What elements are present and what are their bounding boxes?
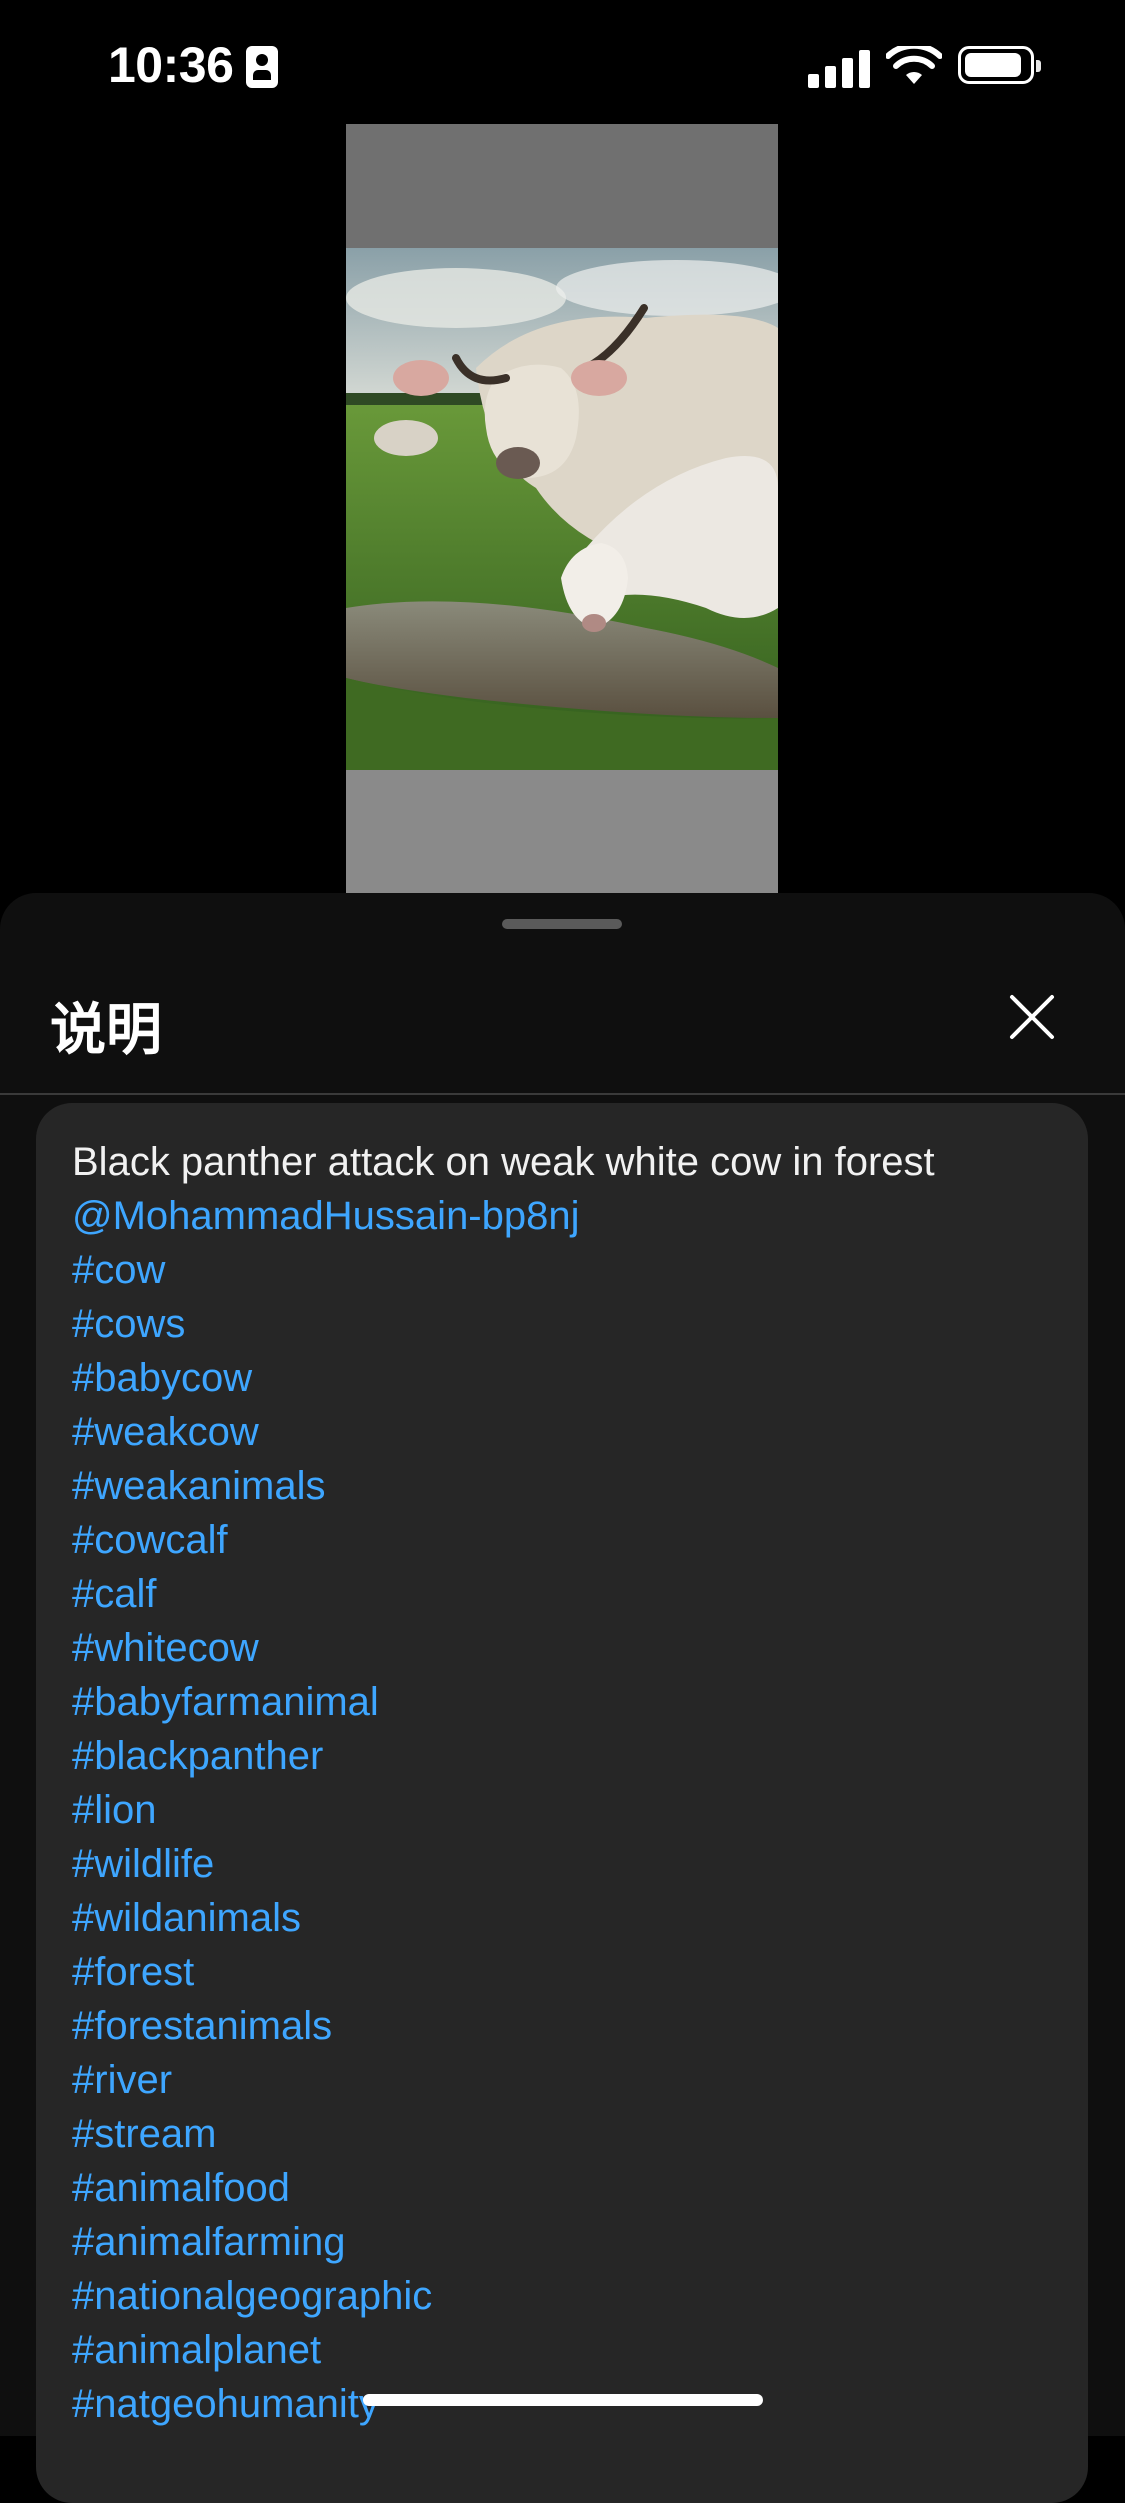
wifi-icon	[886, 46, 942, 84]
status-bar: 10:36	[0, 0, 1125, 130]
video-thumbnail[interactable]	[346, 248, 778, 770]
hashtag-link[interactable]: #calf	[72, 1567, 1062, 1621]
hashtag-link[interactable]: #forest	[72, 1945, 1062, 1999]
sheet-title: 说明	[50, 998, 162, 1061]
description-line: Black panther attack on weak white cow i…	[72, 1140, 935, 1184]
hashtag-link[interactable]: #lion	[72, 1783, 1062, 1837]
hashtag-link[interactable]: #river	[72, 2053, 1062, 2107]
video-letterbox-bottom	[346, 770, 778, 894]
home-indicator[interactable]	[363, 2394, 763, 2406]
description-card: Black panther attack on weak white cow i…	[36, 1103, 1088, 2503]
status-time: 10:36	[108, 37, 234, 93]
hashtag-link[interactable]: #wildlife	[72, 1837, 1062, 1891]
hashtag-link[interactable]: #nationalgeographic	[72, 2269, 1062, 2323]
channel-mention-link[interactable]: @MohammadHussain-bp8nj	[72, 1189, 1062, 1243]
description-text: Black panther attack on weak white cow i…	[72, 1135, 1062, 2431]
cellular-signal-icon	[808, 48, 870, 88]
hashtag-link[interactable]: #babycow	[72, 1351, 1062, 1405]
hashtag-link[interactable]: #blackpanther	[72, 1729, 1062, 1783]
video-letterbox-top	[346, 124, 778, 248]
battery-icon	[958, 46, 1041, 84]
hashtag-link[interactable]: #animalfarming	[72, 2215, 1062, 2269]
hashtag-link[interactable]: #weakanimals	[72, 1459, 1062, 1513]
close-icon[interactable]	[1002, 987, 1062, 1047]
hashtag-link[interactable]: #forestanimals	[72, 1999, 1062, 2053]
hashtag-link[interactable]: #cowcalf	[72, 1513, 1062, 1567]
video-player[interactable]	[346, 124, 778, 894]
hashtag-link[interactable]: #animalfood	[72, 2161, 1062, 2215]
sheet-divider	[0, 1093, 1125, 1095]
hashtag-link[interactable]: #whitecow	[72, 1621, 1062, 1675]
hashtag-link[interactable]: #cow	[72, 1243, 1062, 1297]
hashtag-link[interactable]: #animalplanet	[72, 2323, 1062, 2377]
description-sheet: 说明 Black panther attack on weak white co…	[0, 893, 1125, 2503]
hashtag-link[interactable]: #cows	[72, 1297, 1062, 1351]
sheet-drag-handle[interactable]	[502, 919, 622, 929]
hashtag-link[interactable]: #babyfarmanimal	[72, 1675, 1062, 1729]
hashtag-link[interactable]: #wildanimals	[72, 1891, 1062, 1945]
contact-badge-icon	[246, 46, 278, 88]
hashtag-link[interactable]: #stream	[72, 2107, 1062, 2161]
hashtag-link[interactable]: #weakcow	[72, 1405, 1062, 1459]
